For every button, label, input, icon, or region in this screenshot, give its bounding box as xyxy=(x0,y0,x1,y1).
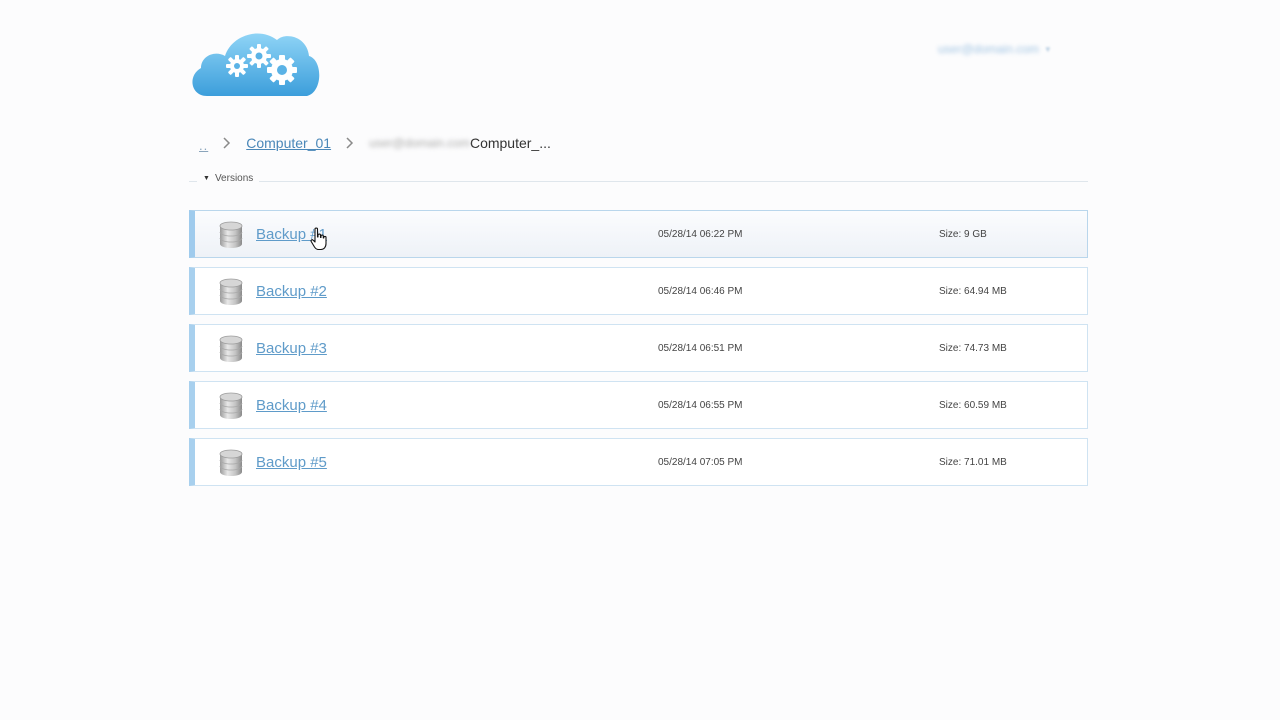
versions-label: Versions xyxy=(214,173,254,184)
breadcrumb-blurred-account: user@domain.com xyxy=(369,136,470,150)
section-divider xyxy=(189,181,1088,182)
version-row[interactable]: Backup #1 05/28/14 06:22 PM Size: 9 GB xyxy=(189,210,1088,258)
version-link[interactable]: Backup #2 xyxy=(256,283,327,300)
database-icon xyxy=(216,334,246,364)
versions-toggle[interactable]: ▼ Versions xyxy=(197,173,260,184)
version-size: Size: 60.59 MB xyxy=(939,400,1007,411)
version-size: Size: 74.73 MB xyxy=(939,343,1007,354)
version-size: Size: 64.94 MB xyxy=(939,286,1007,297)
cloud-gears-logo[interactable] xyxy=(189,26,321,98)
breadcrumb-root-link[interactable]: .. xyxy=(199,138,208,153)
user-account-menu[interactable]: user@domain.com ▼ xyxy=(938,40,1078,58)
cloud-gears-icon xyxy=(192,33,320,96)
version-link[interactable]: Backup #3 xyxy=(256,340,327,357)
version-link[interactable]: Backup #1 xyxy=(256,226,327,243)
version-row[interactable]: Backup #3 05/28/14 06:51 PM Size: 74.73 … xyxy=(189,324,1088,372)
version-size: Size: 71.01 MB xyxy=(939,457,1007,468)
version-row[interactable]: Backup #4 05/28/14 06:55 PM Size: 60.59 … xyxy=(189,381,1088,429)
version-link[interactable]: Backup #5 xyxy=(256,454,327,471)
database-icon xyxy=(216,220,246,250)
version-date: 05/28/14 06:55 PM xyxy=(658,400,743,411)
database-icon xyxy=(216,277,246,307)
chevron-right-icon xyxy=(216,137,238,149)
version-date: 05/28/14 06:22 PM xyxy=(658,229,743,240)
database-icon xyxy=(216,391,246,421)
database-icon xyxy=(216,448,246,478)
version-row[interactable]: Backup #5 05/28/14 07:05 PM Size: 71.01 … xyxy=(189,438,1088,486)
chevron-right-icon xyxy=(339,137,361,149)
version-date: 05/28/14 07:05 PM xyxy=(658,457,743,468)
versions-list: Backup #1 05/28/14 06:22 PM Size: 9 GB B… xyxy=(189,210,1088,495)
user-email: user@domain.com xyxy=(938,42,1039,56)
version-row[interactable]: Backup #2 05/28/14 06:46 PM Size: 64.94 … xyxy=(189,267,1088,315)
version-date: 05/28/14 06:46 PM xyxy=(658,286,743,297)
version-date: 05/28/14 06:51 PM xyxy=(658,343,743,354)
breadcrumb: .. Computer_01 user@domain.com Computer_… xyxy=(199,133,551,153)
triangle-down-icon: ▼ xyxy=(203,175,210,182)
version-link[interactable]: Backup #4 xyxy=(256,397,327,414)
breadcrumb-computer-link[interactable]: Computer_01 xyxy=(246,135,331,151)
chevron-down-icon: ▼ xyxy=(1043,44,1052,54)
version-size: Size: 9 GB xyxy=(939,229,987,240)
versions-section-header: ▼ Versions xyxy=(189,172,1088,190)
breadcrumb-current: Computer_... xyxy=(469,135,551,151)
